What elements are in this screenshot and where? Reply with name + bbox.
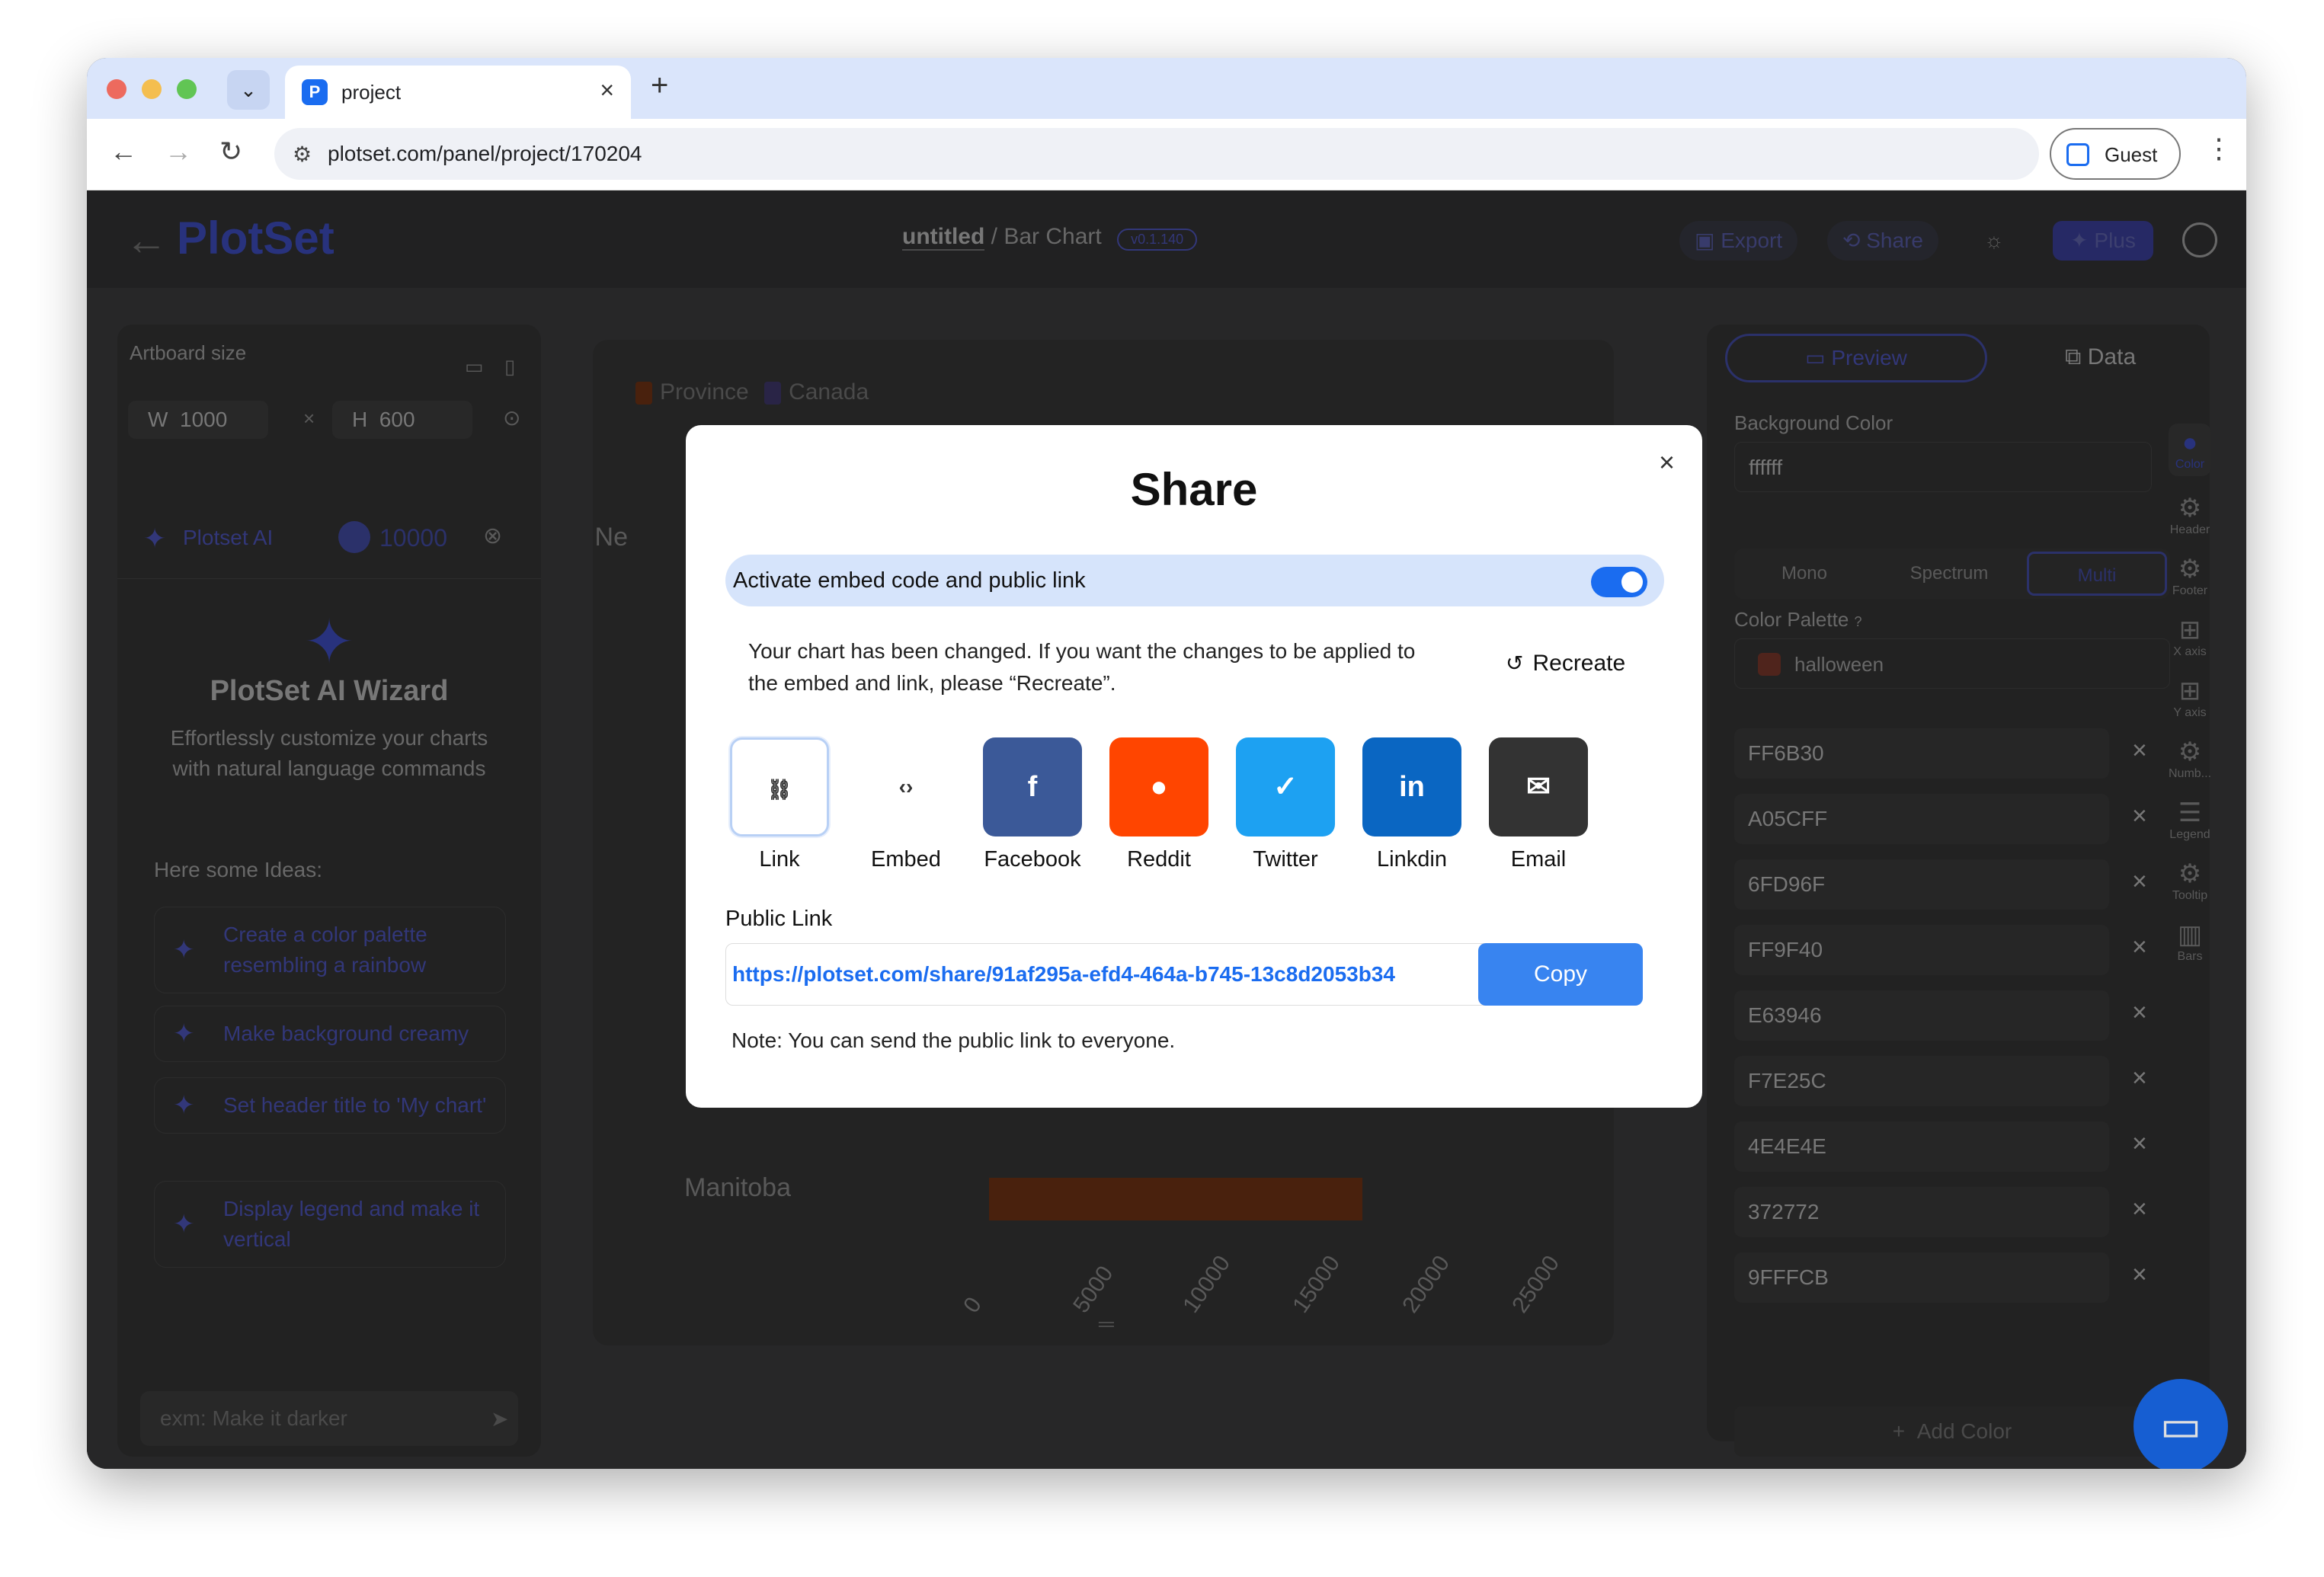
- tab-bar: ⌄ P project × +: [87, 58, 2246, 119]
- minimize-window-button[interactable]: [142, 79, 162, 99]
- activate-toggle[interactable]: [1591, 567, 1647, 597]
- code-icon: ‹›: [898, 775, 914, 798]
- share-link-button[interactable]: ⛓: [730, 737, 829, 836]
- share-modal: × Share Activate embed code and public l…: [686, 425, 1702, 1108]
- activate-embed-row: Activate embed code and public link: [725, 555, 1664, 606]
- tab-list-chevron-icon[interactable]: ⌄: [227, 70, 270, 110]
- plotset-favicon-icon: P: [302, 79, 328, 105]
- share-reddit-button[interactable]: ●: [1109, 737, 1208, 836]
- facebook-icon: f: [1027, 771, 1038, 803]
- recreate-button[interactable]: ↺ Recreate: [1486, 635, 1669, 692]
- activate-label: Activate embed code and public link: [733, 568, 1086, 593]
- public-link-label: Public Link: [725, 907, 833, 931]
- share-option-label: Reddit: [1127, 847, 1191, 872]
- share-option-label: Email: [1510, 847, 1567, 872]
- toggle-knob: [1621, 571, 1643, 593]
- share-facebook-button[interactable]: f: [983, 737, 1082, 836]
- profile-button[interactable]: Guest: [2050, 128, 2181, 180]
- address-bar[interactable]: ⚙ plotset.com/panel/project/170204: [274, 128, 2039, 180]
- share-twitter-button[interactable]: ✓: [1236, 737, 1335, 836]
- reload-icon[interactable]: ↻: [219, 136, 242, 168]
- share-email-button[interactable]: ✉: [1489, 737, 1588, 836]
- zoom-window-button[interactable]: [177, 79, 197, 99]
- new-tab-plus-icon[interactable]: +: [651, 69, 668, 103]
- tab-title: project: [341, 81, 402, 104]
- email-icon: ✉: [1526, 771, 1551, 803]
- linkedin-icon: in: [1399, 771, 1425, 803]
- changed-message: Your chart has been changed. If you want…: [748, 639, 1416, 695]
- close-window-button[interactable]: [107, 79, 126, 99]
- site-settings-icon[interactable]: ⚙: [293, 142, 312, 167]
- browser-menu-icon[interactable]: ⋮: [2205, 133, 2233, 165]
- share-linkdin-button[interactable]: in: [1362, 737, 1461, 836]
- share-option-label: Embed: [871, 847, 941, 872]
- share-option-label: Twitter: [1253, 847, 1318, 872]
- share-option-label: Link: [759, 847, 800, 872]
- url-text: plotset.com/panel/project/170204: [328, 142, 642, 165]
- forward-arrow-icon[interactable]: →: [165, 136, 192, 168]
- tab-close-icon[interactable]: ×: [600, 76, 614, 104]
- twitter-icon: ✓: [1273, 771, 1298, 803]
- link-icon: ⛓: [767, 778, 792, 801]
- public-link-field[interactable]: https://plotset.com/share/91af295a-efd4-…: [725, 943, 1495, 1006]
- profile-label: Guest: [2105, 143, 2158, 166]
- back-arrow-icon[interactable]: ←: [110, 136, 137, 168]
- copy-button[interactable]: Copy: [1478, 943, 1643, 1006]
- browser-tab[interactable]: P project ×: [285, 66, 631, 119]
- modal-title: Share: [1130, 464, 1258, 515]
- refresh-icon: ↺: [1506, 651, 1524, 675]
- reddit-icon: ●: [1150, 771, 1168, 803]
- profile-avatar-icon: [2066, 143, 2089, 166]
- browser-toolbar: ← → ↻ ⚙ plotset.com/panel/project/170204…: [87, 119, 2246, 190]
- public-link-note: Note: You can send the public link to ev…: [731, 1028, 1176, 1052]
- share-option-label: Linkdin: [1377, 847, 1447, 872]
- share-embed-button[interactable]: ‹›: [856, 737, 956, 836]
- browser-window: ⌄ P project × + ← → ↻ ⚙ plotset.com/pane…: [87, 58, 2246, 1469]
- share-option-label: Facebook: [984, 847, 1081, 872]
